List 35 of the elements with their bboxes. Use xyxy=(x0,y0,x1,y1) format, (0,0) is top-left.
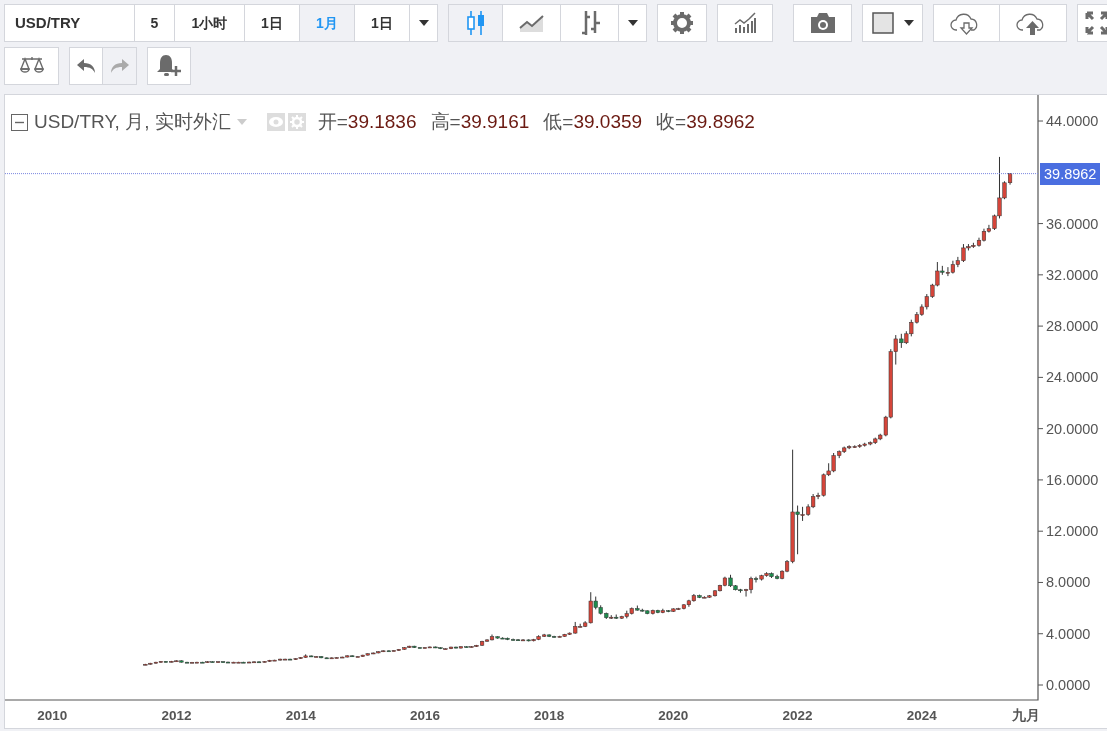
interval-button[interactable]: 1小时 xyxy=(175,4,245,42)
price-axis-label: 36.0000 xyxy=(1046,215,1099,232)
symbol-field[interactable]: USD/TRY xyxy=(4,4,135,42)
ohlc-value: 39.1836 xyxy=(347,111,417,132)
price-axis-label: 0.0000 xyxy=(1046,677,1091,693)
ohlc-value: 39.8962 xyxy=(686,111,755,132)
ohlc-label: 低= xyxy=(543,111,574,132)
ohlc-value: 39.0359 xyxy=(573,111,643,132)
last-price-label: 39.8962 xyxy=(1040,162,1101,185)
series-title: USD/TRY, 月, 实时外汇 xyxy=(34,110,231,134)
price-axis-label: 44.0000 xyxy=(1046,113,1099,129)
price-axis-label: 24.0000 xyxy=(1046,369,1099,386)
time-axis-label: 2012 xyxy=(161,708,192,723)
ohlc-label: 收= xyxy=(656,111,687,132)
price-axis-label: 32.0000 xyxy=(1046,266,1099,283)
time-axis-label: 2010 xyxy=(37,708,68,723)
time-axis-label: 2020 xyxy=(658,708,689,723)
time-axis-label: 2024 xyxy=(906,708,937,723)
price-axis-label: 4.0000 xyxy=(1046,625,1091,642)
time-axis-label: 2018 xyxy=(534,708,565,723)
time-axis-label: 九月 xyxy=(1011,708,1040,723)
interval-button[interactable]: 5 xyxy=(135,4,175,42)
ohlc-label: 开= xyxy=(317,111,348,132)
ohlc-label: 高= xyxy=(430,111,461,132)
price-axis-label: 16.0000 xyxy=(1046,471,1099,488)
ohlc-value: 39.9161 xyxy=(460,111,530,132)
time-axis-label: 2014 xyxy=(285,708,316,723)
time-axis-label: 2022 xyxy=(782,708,813,723)
price-axis-label: 12.0000 xyxy=(1046,523,1099,540)
price-axis-label: 28.0000 xyxy=(1046,318,1099,335)
time-axis-label: 2016 xyxy=(409,708,440,723)
price-axis-label: 8.0000 xyxy=(1046,574,1091,591)
interval-button[interactable]: 1日 xyxy=(355,4,410,42)
interval-button[interactable]: 1日 xyxy=(245,4,300,42)
price-axis-label: 20.0000 xyxy=(1046,420,1099,437)
